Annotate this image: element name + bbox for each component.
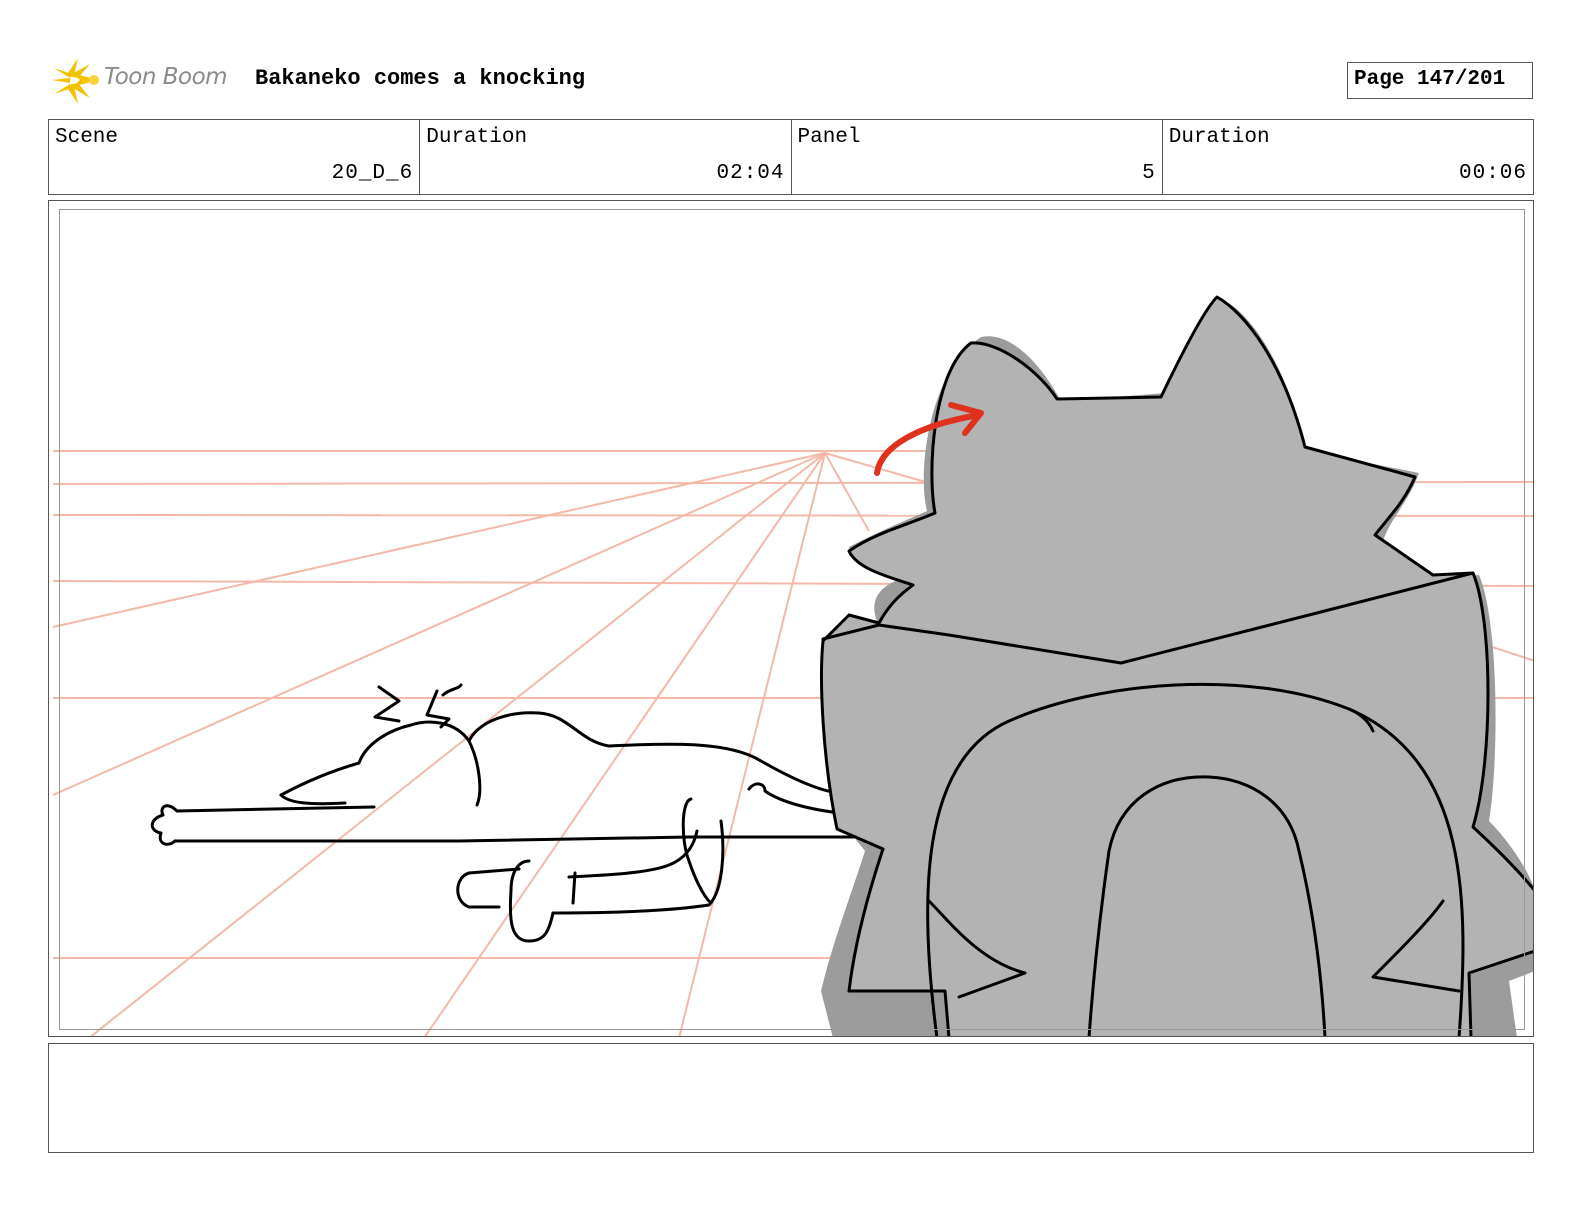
scene-value: 20_D_6 (331, 162, 414, 185)
panel-duration-label: Duration (1168, 126, 1270, 149)
panel-value: 5 (1142, 162, 1156, 185)
logo-wordmark: Toon Boom (104, 64, 228, 90)
scene-info-table: Scene 20_D_6 Duration 02:04 Panel 5 Dura… (48, 119, 1534, 195)
panel-label: Panel (797, 126, 861, 149)
panel-safe-frame (59, 209, 1525, 1030)
page-number: Page 147/201 (1354, 68, 1506, 91)
scene-duration-label: Duration (426, 126, 528, 149)
scene-duration-cell: Duration 02:04 (420, 120, 792, 194)
page-indicator: Page 147/201 (1347, 62, 1533, 99)
scene-duration-value: 02:04 (716, 162, 785, 185)
panel-duration-value: 00:06 (1458, 162, 1527, 185)
panel-notes-box (48, 1043, 1534, 1153)
scene-cell: Scene 20_D_6 (49, 120, 421, 194)
scene-label: Scene (55, 126, 119, 149)
starburst-icon (52, 58, 99, 104)
panel-duration-cell: Duration 00:06 (1163, 120, 1533, 194)
toon-boom-logo: Toon Boom (50, 56, 240, 106)
document-title: Bakaneko comes a knocking (255, 66, 586, 91)
panel-cell: Panel 5 (792, 120, 1163, 194)
storyboard-panel (48, 200, 1534, 1037)
